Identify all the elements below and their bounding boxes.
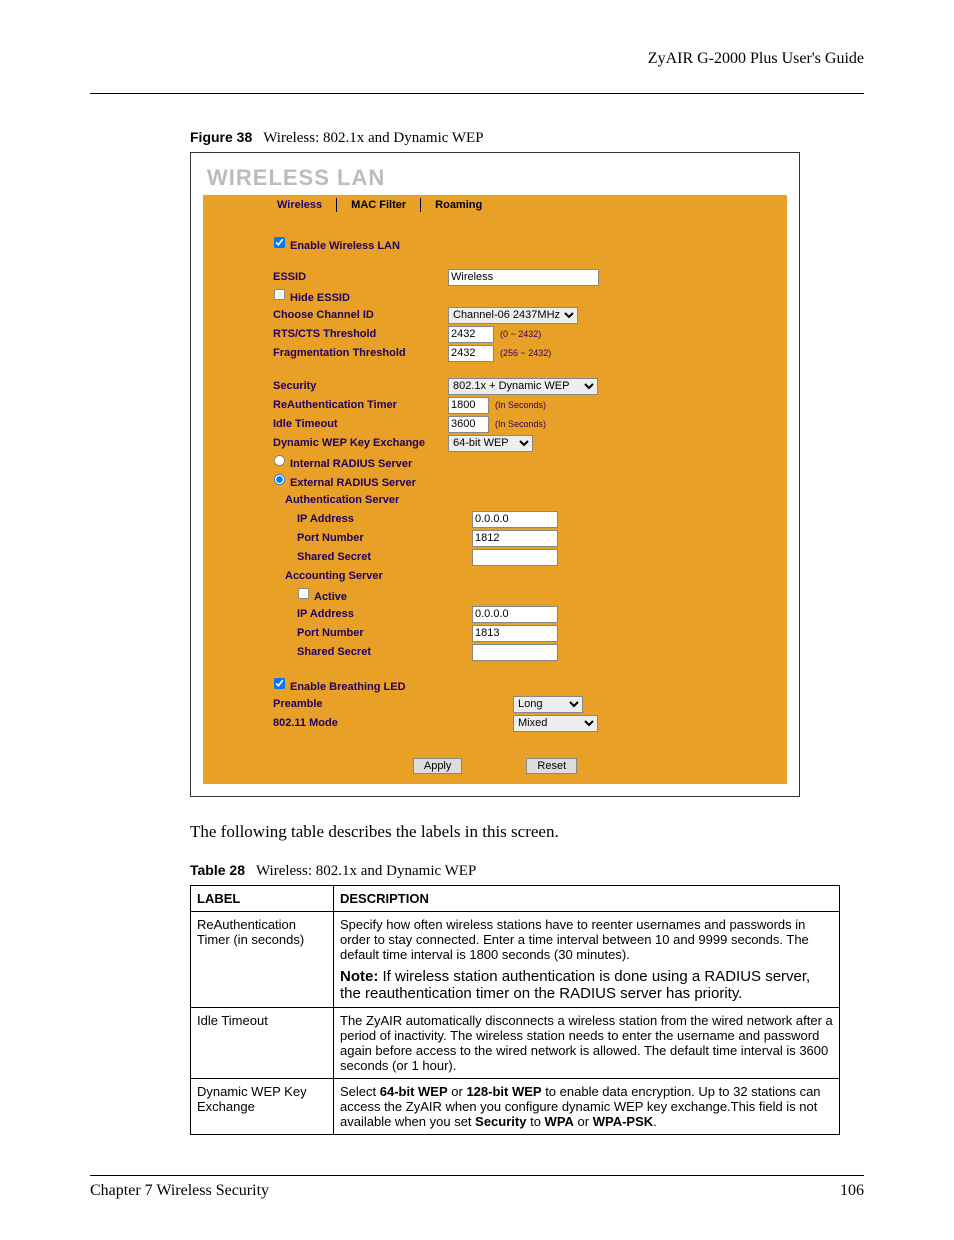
cell-label: ReAuthentication Timer (in seconds) — [191, 912, 334, 1008]
figure-label: Figure 38 — [190, 129, 252, 145]
button-row: Apply Reset — [203, 748, 787, 784]
acct-server-label: Accounting Server — [273, 570, 460, 582]
acct-port-input[interactable] — [472, 625, 558, 642]
auth-port-input[interactable] — [472, 530, 558, 547]
preamble-select[interactable]: Long — [513, 696, 583, 713]
security-select[interactable]: 802.1x + Dynamic WEP — [448, 378, 598, 395]
table-row: Dynamic WEP Key Exchange Select 64-bit W… — [191, 1079, 840, 1135]
breathing-led-label: Enable Breathing LED — [290, 681, 406, 693]
reauth-hint: (In Seconds) — [495, 400, 546, 410]
mode-label: 802.11 Mode — [273, 717, 513, 729]
dwep-label: Dynamic WEP Key Exchange — [273, 437, 448, 449]
acct-ip-label: IP Address — [273, 608, 472, 620]
footer-page: 106 — [840, 1182, 864, 1200]
channel-select[interactable]: Channel-06 2437MHz — [448, 307, 578, 324]
apply-button[interactable]: Apply — [413, 758, 463, 774]
idle-hint: (In Seconds) — [495, 419, 546, 429]
orange-panel: Wireless MAC Filter Roaming Enable Wirel… — [203, 195, 787, 784]
cell-label: Dynamic WEP Key Exchange — [191, 1079, 334, 1135]
intro-paragraph: The following table describes the labels… — [190, 822, 864, 842]
acct-active-label: Active — [314, 591, 347, 603]
reauth-input[interactable] — [448, 397, 489, 414]
auth-ip-label: IP Address — [273, 513, 472, 525]
tab-bar: Wireless MAC Filter Roaming — [263, 195, 787, 215]
reset-button[interactable]: Reset — [526, 758, 577, 774]
essid-label: ESSID — [273, 271, 448, 283]
preamble-label: Preamble — [273, 698, 513, 710]
header-rule — [90, 93, 864, 94]
auth-secret-label: Shared Secret — [273, 551, 472, 563]
auth-ip-input[interactable] — [472, 511, 558, 528]
acct-secret-label: Shared Secret — [273, 646, 472, 658]
essid-input[interactable] — [448, 269, 599, 286]
hide-essid-label: Hide ESSID — [290, 292, 350, 304]
acct-ip-input[interactable] — [472, 606, 558, 623]
internal-radius-radio[interactable] — [274, 455, 285, 466]
frag-input[interactable] — [448, 345, 494, 362]
panel-title: WIRELESS LAN — [207, 165, 787, 191]
cell-desc: Select 64-bit WEP or 128-bit WEP to enab… — [334, 1079, 840, 1135]
form-area: Enable Wireless LAN ESSID Hide ESSID Cho… — [203, 215, 787, 748]
table-caption: Table 28 Wireless: 802.1x and Dynamic WE… — [190, 862, 864, 880]
cell-label: Idle Timeout — [191, 1008, 334, 1079]
channel-label: Choose Channel ID — [273, 309, 448, 321]
dwep-select[interactable]: 64-bit WEP — [448, 435, 533, 452]
frag-label: Fragmentation Threshold — [273, 347, 448, 359]
page-footer: Chapter 7 Wireless Security 106 — [90, 1175, 864, 1200]
acct-secret-input[interactable] — [472, 644, 558, 661]
table-row: Idle Timeout The ZyAIR automatically dis… — [191, 1008, 840, 1079]
breathing-led-checkbox[interactable] — [274, 678, 285, 689]
table-caption-text: Wireless: 802.1x and Dynamic WEP — [256, 863, 476, 879]
internal-radius-label: Internal RADIUS Server — [290, 458, 412, 470]
cell-desc: Specify how often wireless stations have… — [334, 912, 840, 1008]
th-desc: DESCRIPTION — [334, 886, 840, 912]
auth-port-label: Port Number — [273, 532, 472, 544]
auth-server-label: Authentication Server — [273, 494, 460, 506]
external-radius-label: External RADIUS Server — [290, 477, 416, 489]
description-table: LABEL DESCRIPTION ReAuthentication Timer… — [190, 885, 840, 1135]
reauth-label: ReAuthentication Timer — [273, 399, 448, 411]
acct-active-checkbox[interactable] — [298, 588, 309, 599]
enable-wlan-label: Enable Wireless LAN — [290, 240, 400, 252]
header-title: ZyAIR G-2000 Plus User's Guide — [90, 50, 864, 73]
table-label: Table 28 — [190, 862, 245, 878]
enable-wlan-checkbox[interactable] — [274, 237, 285, 248]
hide-essid-checkbox[interactable] — [274, 289, 285, 300]
cell-desc: The ZyAIR automatically disconnects a wi… — [334, 1008, 840, 1079]
tab-macfilter[interactable]: MAC Filter — [337, 195, 420, 215]
external-radius-radio[interactable] — [274, 474, 285, 485]
idle-input[interactable] — [448, 416, 489, 433]
rts-label: RTS/CTS Threshold — [273, 328, 448, 340]
th-label: LABEL — [191, 886, 334, 912]
footer-chapter: Chapter 7 Wireless Security — [90, 1182, 269, 1200]
table-row: ReAuthentication Timer (in seconds) Spec… — [191, 912, 840, 1008]
tab-roaming[interactable]: Roaming — [421, 195, 496, 215]
rts-input[interactable] — [448, 326, 494, 343]
acct-port-label: Port Number — [273, 627, 472, 639]
idle-label: Idle Timeout — [273, 418, 448, 430]
frag-hint: (256 ~ 2432) — [500, 348, 551, 358]
tab-wireless[interactable]: Wireless — [263, 195, 336, 215]
security-label: Security — [273, 380, 448, 392]
screenshot-frame: WIRELESS LAN Wireless MAC Filter Roaming… — [190, 152, 800, 797]
rts-hint: (0 ~ 2432) — [500, 329, 541, 339]
figure-caption-text: Wireless: 802.1x and Dynamic WEP — [263, 130, 483, 146]
mode-select[interactable]: Mixed — [513, 715, 598, 732]
auth-secret-input[interactable] — [472, 549, 558, 566]
figure-caption: Figure 38 Wireless: 802.1x and Dynamic W… — [190, 129, 864, 147]
